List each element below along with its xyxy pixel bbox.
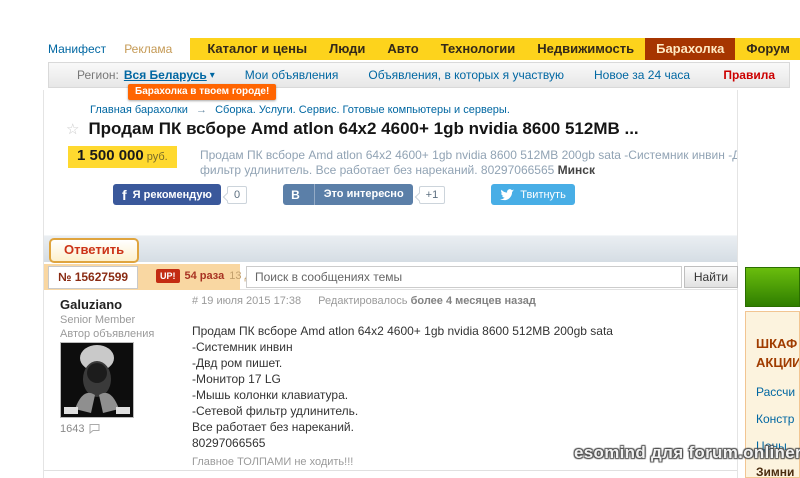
- subnav-my-ads-link[interactable]: Мои объявления: [245, 68, 339, 82]
- page-title: Продам ПК всборе Amd atlon 64x2 4600+ 1g…: [88, 119, 639, 138]
- twitter-label: Твитнуть: [520, 188, 566, 201]
- menu-item-realty[interactable]: Недвижимость: [526, 38, 645, 60]
- speech-bubble-icon: [89, 424, 100, 434]
- region-selector[interactable]: Вся Беларусь: [124, 68, 207, 82]
- nav-manifest-link[interactable]: Манифест: [48, 42, 106, 56]
- vk-label: Это интересно: [313, 184, 413, 205]
- post-body-line: -Двд ром пишет.: [192, 356, 283, 370]
- avatar[interactable]: [60, 342, 134, 418]
- menu-item-catalog[interactable]: Каталог и цены: [196, 38, 318, 60]
- menu-item-baraholka-active[interactable]: Барахолка: [645, 38, 736, 60]
- listing-city: Минск: [557, 163, 595, 177]
- ad-banner-green[interactable]: [745, 267, 800, 307]
- post-date[interactable]: # 19 июля 2015 17:38: [192, 295, 301, 307]
- post-author-rank: Senior Member: [60, 314, 136, 326]
- breadcrumb: Главная барахолки → Сборка. Услуги. Серв…: [90, 104, 510, 116]
- breadcrumb-root-link[interactable]: Главная барахолки: [90, 104, 188, 116]
- breadcrumb-arrow-icon: →: [196, 104, 208, 116]
- post-signature: Главное ТОЛПАМИ не ходить!!!: [192, 456, 354, 468]
- ad-heading-line-2: АКЦИИ: [756, 355, 800, 370]
- watermark: esomind для forum.onliner.by: [574, 443, 800, 462]
- post-body-line: Все работает без нареканий.: [192, 420, 354, 434]
- description-line-2: фильтр удлинитель. Все работает без наре…: [200, 163, 737, 178]
- listing-description: Продам ПК всборе Amd atlon 64x2 4600+ 1g…: [200, 148, 737, 178]
- menu-item-auto[interactable]: Авто: [376, 38, 429, 60]
- menu-item-tech[interactable]: Технологии: [430, 38, 526, 60]
- ad-subheading: Зимни: [756, 465, 795, 478]
- reply-toolbar: [44, 235, 737, 262]
- vk-icon: В: [291, 187, 300, 202]
- search-button[interactable]: Найти: [684, 266, 738, 288]
- ad-link-2[interactable]: Констр: [756, 412, 799, 426]
- breadcrumb-category-link[interactable]: Сборка. Услуги. Сервис. Готовые компьюте…: [215, 104, 510, 116]
- menu-item-people[interactable]: Люди: [318, 38, 376, 60]
- subnav-new-24h-link[interactable]: Новое за 24 часа: [594, 68, 690, 82]
- title-row: ☆ Продам ПК всборе Amd atlon 64x2 4600+ …: [66, 119, 639, 139]
- post-body-line: -Мышь колонки клавиатура.: [192, 388, 349, 402]
- description-line-1: Продам ПК всборе Amd atlon 64x2 4600+ 1g…: [200, 148, 737, 162]
- main-menu: Каталог и цены Люди Авто Технологии Недв…: [190, 38, 800, 60]
- vk-share-button[interactable]: В Это интересно: [283, 184, 413, 205]
- vk-share-counter: +1: [418, 185, 446, 204]
- price-currency: руб.: [146, 151, 168, 163]
- post-body: Продам ПК всборе Amd atlon 64x2 4600+ 1g…: [192, 323, 613, 451]
- favorite-star-icon[interactable]: ☆: [66, 120, 79, 138]
- avatar-image: [61, 343, 133, 417]
- post-edited-prefix: Редактировалось: [318, 295, 408, 307]
- subnav-participating-link[interactable]: Объявления, в которых я участвую: [368, 68, 564, 82]
- post-header: # 19 июля 2015 17:38 Редактировалось бол…: [192, 295, 536, 307]
- post-body-line: -Сетевой фильтр удлинитель.: [192, 404, 359, 418]
- menu-item-forum[interactable]: Форум: [735, 38, 800, 60]
- facebook-like-counter: 0: [226, 185, 248, 204]
- post-body-line: Продам ПК всборе Amd atlon 64x2 4600+ 1g…: [192, 324, 613, 338]
- message-count-value: 1643: [60, 423, 85, 435]
- top-navigation: Манифест Реклама Каталог и цены Люди Авт…: [48, 38, 800, 60]
- topic-search-input[interactable]: [246, 266, 682, 288]
- nav-reklama-link[interactable]: Реклама: [124, 42, 172, 56]
- post-divider: [44, 470, 737, 471]
- ad-heading-line-1: ШКАФ: [756, 336, 798, 351]
- region-label: Регион:: [77, 68, 119, 82]
- author-message-count: 1643: [60, 423, 100, 435]
- twitter-tweet-button[interactable]: Твитнуть: [491, 184, 575, 205]
- facebook-label: Я рекомендую: [132, 188, 212, 201]
- post-author-name[interactable]: Galuziano: [60, 297, 122, 312]
- up-badge: UP!: [156, 269, 180, 283]
- reply-button[interactable]: Ответить: [49, 238, 140, 263]
- ad-link-1[interactable]: Рассчи: [756, 385, 799, 399]
- post-author-role: Автор объявления: [60, 328, 155, 340]
- forum-topic-page: Манифест Реклама Каталог и цены Люди Авт…: [0, 0, 800, 478]
- post-body-line: -Системник инвин: [192, 340, 293, 354]
- twitter-bird-icon: [500, 188, 515, 200]
- up-count: 54 раза: [184, 270, 225, 282]
- city-tooltip[interactable]: Барахолка в твоем городе!: [128, 84, 277, 100]
- description-line-2-text: фильтр удлинитель. Все работает без наре…: [200, 163, 555, 177]
- social-share-row: f Я рекомендую 0 В Это интересно +1 Твит…: [113, 184, 575, 205]
- topic-number[interactable]: № 15627599: [48, 266, 139, 289]
- post-body-line: -Монитор 17 LG: [192, 372, 281, 386]
- post-body-line: 80297066565: [192, 436, 266, 450]
- price-badge: 1 500 000 руб.: [68, 146, 177, 168]
- facebook-icon: f: [122, 186, 127, 203]
- post-edited-time: более 4 месяцев назад: [410, 295, 536, 307]
- price-value: 1 500 000: [77, 147, 144, 164]
- rules-link[interactable]: Правила: [723, 68, 775, 82]
- facebook-like-button[interactable]: f Я рекомендую: [113, 184, 221, 205]
- chevron-down-icon: ▾: [209, 69, 215, 81]
